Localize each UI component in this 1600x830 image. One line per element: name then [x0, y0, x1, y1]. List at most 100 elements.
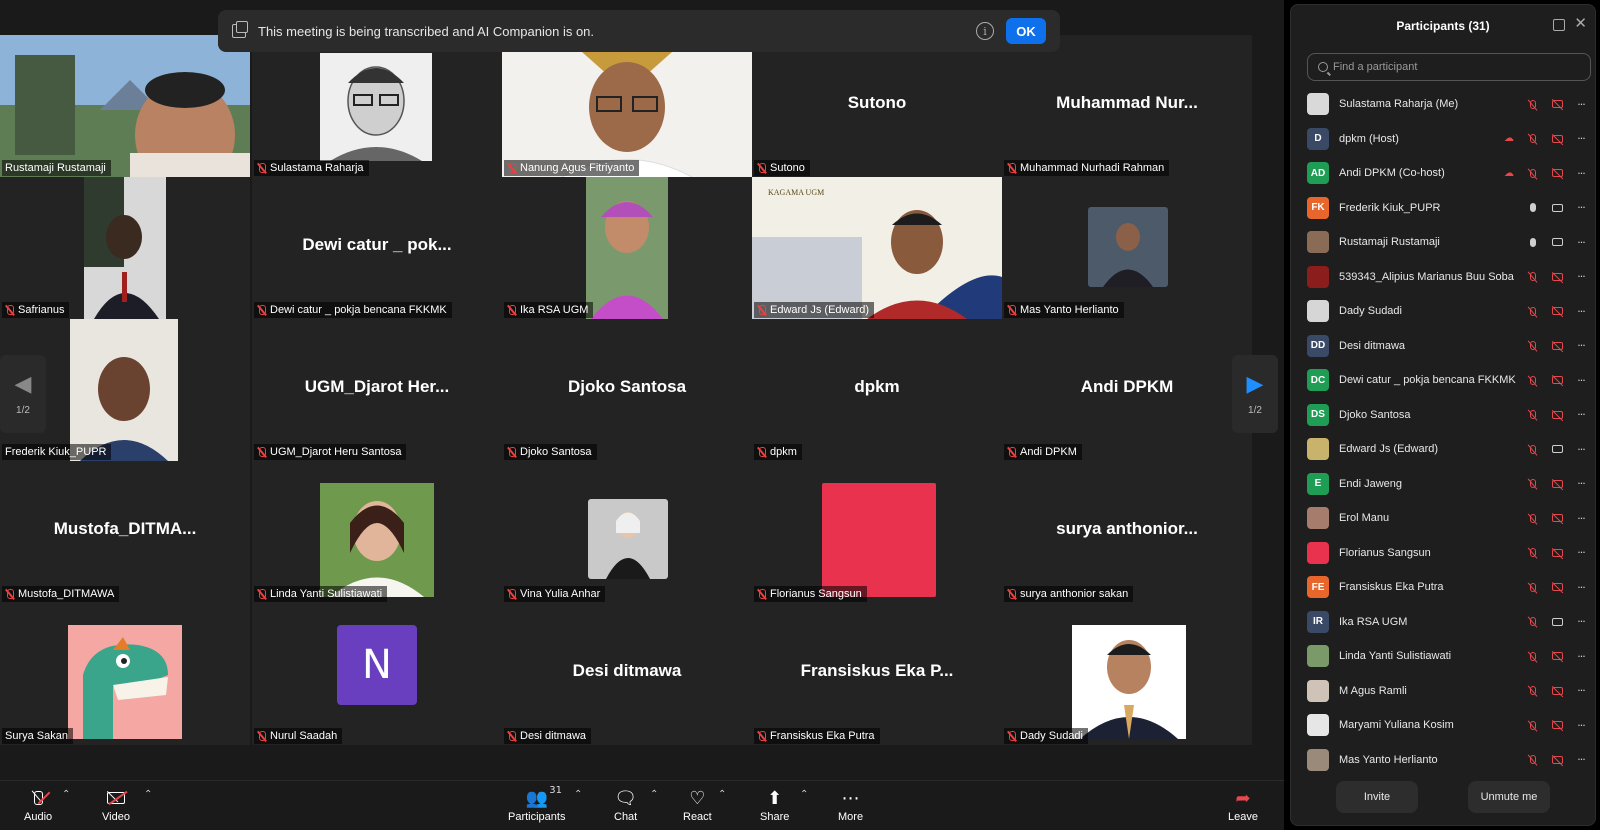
audio-options-caret[interactable]: ⌃ [62, 789, 70, 800]
mic-muted-icon[interactable] [1527, 754, 1539, 766]
mic-muted-icon[interactable] [1527, 719, 1539, 731]
participant-row[interactable]: Ddpkm (Host) ☁ ··· [1291, 122, 1597, 157]
chat-options-caret[interactable]: ⌃ [650, 789, 658, 800]
camera-off-icon[interactable] [1551, 512, 1563, 524]
mic-muted-icon[interactable] [1527, 581, 1539, 593]
video-options-caret[interactable]: ⌃ [144, 789, 152, 800]
mic-muted-icon[interactable] [1527, 305, 1539, 317]
participant-row[interactable]: Linda Yanti Sulistiawati ··· [1291, 639, 1597, 674]
more-options-icon[interactable]: ··· [1575, 512, 1587, 525]
leave-button[interactable]: ➦ Leave [1228, 787, 1258, 824]
camera-on-icon[interactable] [1551, 202, 1563, 214]
more-options-icon[interactable]: ··· [1575, 753, 1587, 766]
mic-on-icon[interactable] [1527, 202, 1539, 214]
more-options-icon[interactable]: ··· [1575, 581, 1587, 594]
video-tile[interactable]: surya anthonior... surya anthonior sakan [1002, 461, 1252, 603]
participant-row[interactable]: Rustamaji Rustamaji ··· [1291, 225, 1597, 260]
mic-muted-icon[interactable] [1527, 409, 1539, 421]
video-tile[interactable]: UGM_Djarot Her... UGM_Djarot Heru Santos… [252, 319, 502, 461]
video-tile[interactable]: Sutono Sutono [752, 35, 1002, 177]
mic-on-icon[interactable] [1527, 236, 1539, 248]
video-tile[interactable]: Florianus Sangsun [752, 461, 1002, 603]
more-button[interactable]: ⋯ More [838, 787, 863, 824]
video-tile[interactable]: Andi DPKM Andi DPKM [1002, 319, 1252, 461]
participant-row[interactable]: Florianus Sangsun ··· [1291, 536, 1597, 571]
mic-muted-icon[interactable] [1527, 512, 1539, 524]
share-options-caret[interactable]: ⌃ [800, 789, 808, 800]
video-tile[interactable]: Djoko Santosa Djoko Santosa [502, 319, 752, 461]
info-icon[interactable]: i [976, 22, 994, 40]
participant-row[interactable]: DS Djoko Santosa ··· [1291, 398, 1597, 433]
more-options-icon[interactable]: ··· [1575, 443, 1587, 456]
react-button[interactable]: ♡ React [683, 787, 712, 824]
more-options-icon[interactable]: ··· [1575, 236, 1587, 249]
ok-button[interactable]: OK [1006, 18, 1046, 44]
participant-row[interactable]: Maryami Yuliana Kosim ··· [1291, 708, 1597, 743]
more-options-icon[interactable]: ··· [1575, 167, 1587, 180]
video-tile[interactable]: Ika RSA UGM [502, 177, 752, 319]
video-button[interactable]: Video [102, 787, 130, 823]
mic-muted-icon[interactable] [1527, 374, 1539, 386]
popout-icon[interactable] [1553, 19, 1565, 31]
more-options-icon[interactable]: ··· [1575, 201, 1587, 214]
more-options-icon[interactable]: ··· [1575, 477, 1587, 490]
share-button[interactable]: ⬆ Share [760, 787, 789, 824]
video-tile[interactable]: Dewi catur _ pok... Dewi catur _ pokja b… [252, 177, 502, 319]
close-icon[interactable]: ✕ [1574, 14, 1587, 32]
more-options-icon[interactable]: ··· [1575, 684, 1587, 697]
video-tile[interactable]: Safrianus [0, 177, 250, 319]
participant-row[interactable]: FE Fransiskus Eka Putra ··· [1291, 570, 1597, 605]
camera-off-icon[interactable] [1551, 719, 1563, 731]
camera-off-icon[interactable] [1551, 374, 1563, 386]
more-options-icon[interactable]: ··· [1575, 546, 1587, 559]
next-page-button[interactable]: ▶ 1/2 [1232, 355, 1278, 433]
mic-muted-icon[interactable] [1527, 340, 1539, 352]
participant-row[interactable]: Edward Js (Edward) ··· [1291, 432, 1597, 467]
camera-off-icon[interactable] [1551, 547, 1563, 559]
more-options-icon[interactable]: ··· [1575, 615, 1587, 628]
participant-row[interactable]: FK Frederik Kiuk_PUPR ··· [1291, 191, 1597, 226]
more-options-icon[interactable]: ··· [1575, 305, 1587, 318]
mic-muted-icon[interactable] [1527, 478, 1539, 490]
camera-off-icon[interactable] [1551, 305, 1563, 317]
chat-button[interactable]: 🗨 Chat [614, 787, 637, 824]
video-tile[interactable]: KAGAMA UGM Edward Js (Edward) [752, 177, 1002, 319]
camera-on-icon[interactable] [1551, 236, 1563, 248]
video-tile[interactable]: Sulastama Raharja [252, 35, 502, 177]
camera-off-icon[interactable] [1551, 478, 1563, 490]
camera-off-icon[interactable] [1551, 133, 1563, 145]
camera-off-icon[interactable] [1551, 271, 1563, 283]
camera-off-icon[interactable] [1551, 581, 1563, 593]
participant-row[interactable]: M Agus Ramli ··· [1291, 674, 1597, 709]
participant-row[interactable]: E Endi Jaweng ··· [1291, 467, 1597, 502]
video-tile[interactable]: Nanung Agus Fitriyanto [502, 35, 752, 177]
participant-search-input[interactable]: Find a participant [1307, 53, 1591, 81]
participant-row[interactable]: 539343_Alipius Marianus Buu Soba ··· [1291, 260, 1597, 295]
invite-button[interactable]: Invite [1336, 781, 1418, 813]
video-tile[interactable]: Rustamaji Rustamaji [0, 35, 250, 177]
mic-muted-icon[interactable] [1527, 443, 1539, 455]
camera-on-icon[interactable] [1551, 616, 1563, 628]
video-tile[interactable]: Surya Sakan [0, 603, 250, 745]
video-tile[interactable]: Fransiskus Eka P... Fransiskus Eka Putra [752, 603, 1002, 745]
more-options-icon[interactable]: ··· [1575, 270, 1587, 283]
video-tile[interactable]: Desi ditmawa Desi ditmawa [502, 603, 752, 745]
more-options-icon[interactable]: ··· [1575, 132, 1587, 145]
participant-row[interactable]: Erol Manu ··· [1291, 501, 1597, 536]
video-tile[interactable]: Linda Yanti Sulistiawati [252, 461, 502, 603]
participants-button[interactable]: 👥 31 Participants [508, 785, 565, 823]
mic-muted-icon[interactable] [1527, 547, 1539, 559]
camera-off-icon[interactable] [1551, 409, 1563, 421]
camera-off-icon[interactable] [1551, 754, 1563, 766]
more-options-icon[interactable]: ··· [1575, 408, 1587, 421]
video-tile[interactable]: Mustofa_DITMA... Mustofa_DITMAWA [0, 461, 250, 603]
mic-muted-icon[interactable] [1527, 685, 1539, 697]
camera-on-icon[interactable] [1551, 443, 1563, 455]
mic-muted-icon[interactable] [1527, 98, 1539, 110]
more-options-icon[interactable]: ··· [1575, 339, 1587, 352]
more-options-icon[interactable]: ··· [1575, 719, 1587, 732]
audio-button[interactable]: Audio [24, 787, 52, 823]
participant-row[interactable]: DC Dewi catur _ pokja bencana FKKMK ··· [1291, 363, 1597, 398]
unmute-me-button[interactable]: Unmute me [1468, 781, 1550, 813]
more-options-icon[interactable]: ··· [1575, 374, 1587, 387]
